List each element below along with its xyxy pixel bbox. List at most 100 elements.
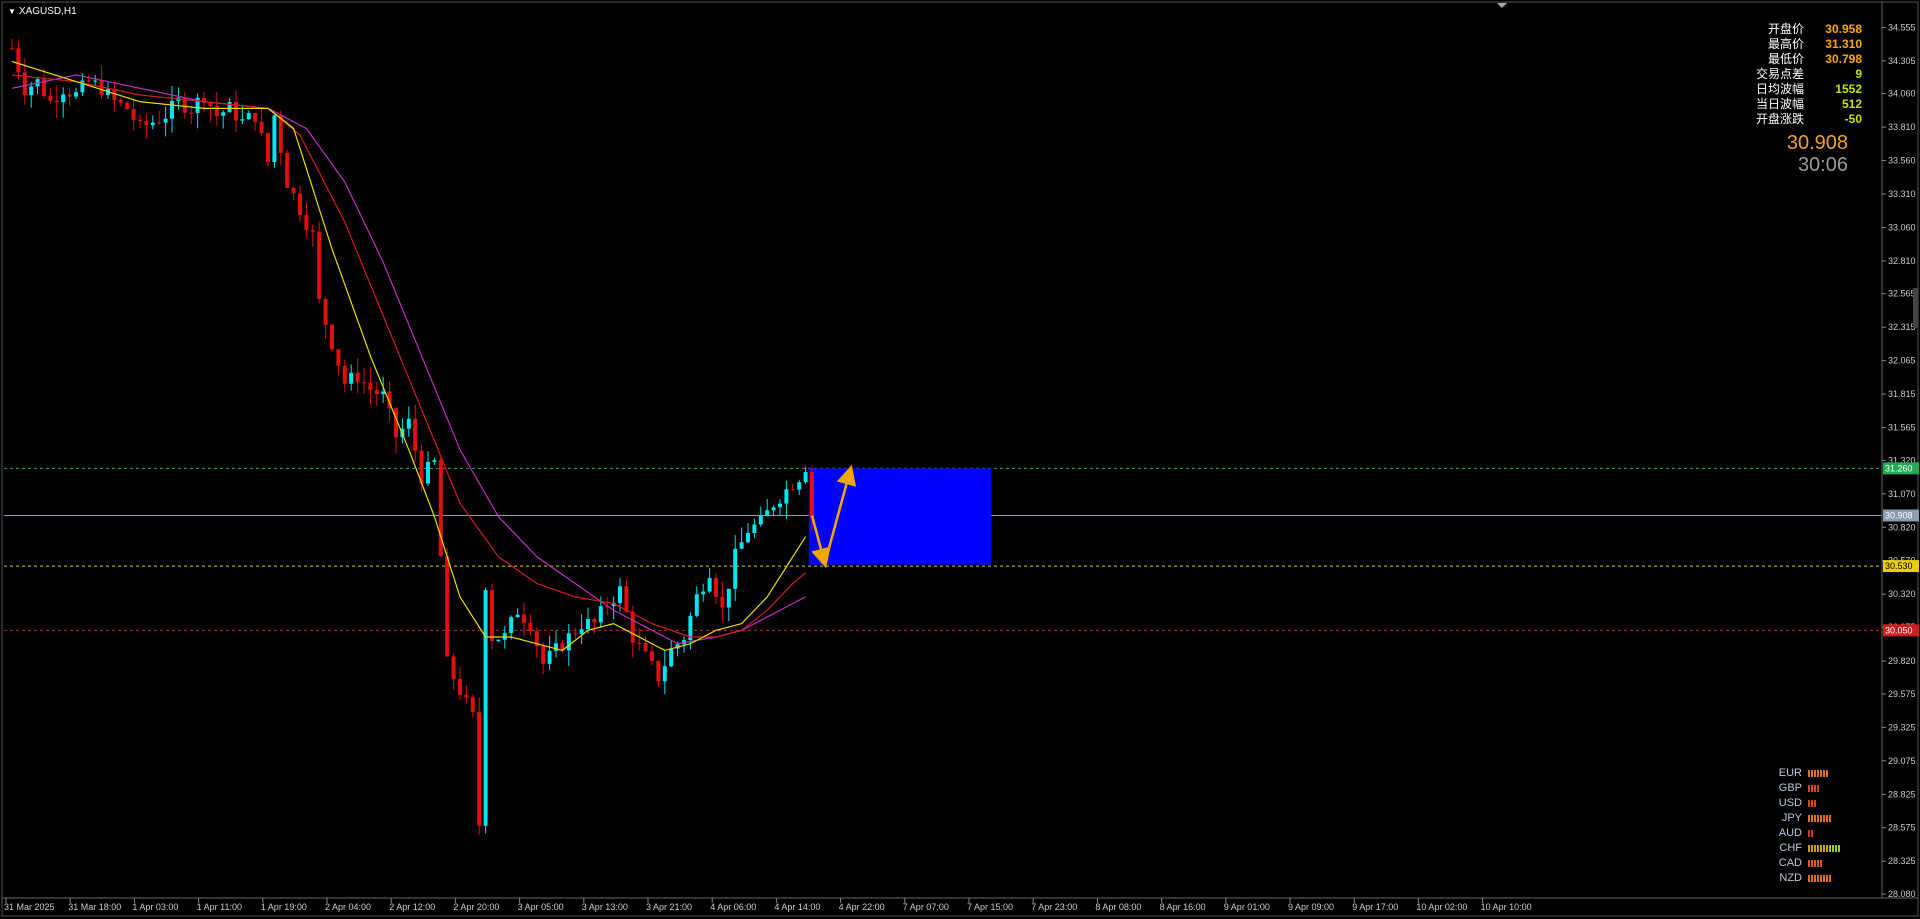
stat-row: 开盘涨跌 -50: [1740, 112, 1862, 127]
candle-body: [547, 650, 552, 664]
candle-body: [48, 95, 53, 101]
candle-body: [714, 578, 718, 597]
candle-body: [707, 578, 712, 592]
time-tick-label: 8 Apr 08:00: [1095, 902, 1141, 912]
candle-body: [323, 298, 328, 325]
stat-value: 31.310: [1825, 37, 1862, 51]
candle-body: [61, 94, 66, 103]
candle-body: [131, 109, 136, 120]
candle-body: [624, 586, 629, 612]
candle-body: [566, 633, 571, 651]
chart-shift-marker[interactable]: [1497, 3, 1507, 8]
price-tick-label: 28.575: [1888, 823, 1916, 833]
dropdown-triangle-icon[interactable]: ▼: [8, 7, 16, 16]
candle-body: [163, 118, 168, 123]
time-tick-label: 9 Apr 09:00: [1288, 902, 1334, 912]
candle-body: [189, 112, 194, 114]
time-tick-label: 8 Apr 16:00: [1160, 902, 1206, 912]
stat-label: 日均波幅: [1755, 82, 1804, 96]
price-tick-label: 32.065: [1888, 356, 1916, 366]
time-tick-label: 1 Apr 03:00: [132, 902, 178, 912]
time-tick-label: 7 Apr 23:00: [1031, 902, 1077, 912]
candle-body: [317, 231, 322, 299]
time-tick-label: 2 Apr 04:00: [325, 902, 371, 912]
candle-body: [464, 694, 469, 698]
strength-bars: [1808, 815, 1831, 822]
currency-row: AUD: [1776, 826, 1840, 841]
candle-body: [445, 556, 450, 657]
price-chart[interactable]: 34.555 34.305 34.060 33.810 33.560 33.310 33.0…: [0, 0, 1920, 919]
level-tag-label: 30.530: [1885, 561, 1913, 571]
candle-body: [342, 365, 347, 384]
price-tick-label: 33.560: [1888, 156, 1916, 166]
candle-body: [458, 678, 462, 695]
stat-row: 日均波幅 1552: [1740, 82, 1862, 97]
candle-body: [758, 516, 763, 525]
stat-label: 交易点差: [1755, 67, 1804, 81]
price-tick-label: 31.565: [1888, 423, 1916, 433]
candle-body: [752, 524, 757, 534]
candle-body: [74, 92, 78, 97]
candle-body: [656, 660, 661, 682]
bar-countdown: 30:06: [1797, 154, 1848, 176]
candle-body: [765, 510, 770, 517]
candle-body: [221, 112, 226, 116]
price-tick-label: 29.575: [1888, 689, 1916, 699]
stat-row: 最高价 31.310: [1740, 37, 1862, 52]
candle-body: [240, 119, 245, 121]
price-tick-label: 33.060: [1888, 222, 1916, 232]
time-tick-label: 31 Mar 2025: [4, 902, 55, 912]
stat-row: 开盘价 30.958: [1740, 22, 1862, 37]
time-tick-label: 3 Apr 21:00: [646, 902, 692, 912]
candle-body: [790, 489, 795, 491]
stats-panel: 开盘价 30.958 最高价 31.310 最低价 30.798 交易点差 9 日均波幅 1552…: [1740, 22, 1862, 127]
candle-body: [771, 507, 776, 511]
candle-body: [528, 622, 533, 632]
candle-body: [259, 121, 264, 134]
candle-body: [266, 133, 270, 163]
time-tick-label: 1 Apr 11:00: [197, 902, 242, 912]
candle-body: [701, 591, 706, 595]
time-tick-label: 2 Apr 20:00: [453, 902, 499, 912]
candle-body: [157, 122, 162, 124]
candle-body: [669, 648, 674, 667]
candle-body: [579, 629, 584, 634]
candle-body: [630, 611, 635, 643]
candle-body: [291, 187, 296, 194]
current-price-readout: 30.908: [1786, 132, 1848, 154]
candle-body: [451, 656, 456, 679]
price-tick-label: 34.305: [1888, 56, 1916, 66]
candle-body: [29, 86, 34, 96]
candle-body: [310, 230, 315, 232]
candle-body: [336, 349, 341, 366]
stat-label: 开盘价: [1767, 22, 1804, 36]
strength-bars: [1808, 875, 1831, 882]
candle-body: [541, 646, 546, 664]
stat-label: 最高价: [1767, 37, 1804, 51]
candle-body: [67, 94, 72, 97]
time-tick-label: 31 Mar 18:00: [68, 902, 121, 912]
candle-body: [208, 102, 213, 106]
candle-body: [637, 642, 642, 644]
currency-name: AUD: [1778, 827, 1802, 839]
currency-name: JPY: [1781, 812, 1802, 824]
candle-body: [214, 105, 219, 116]
time-tick-label: 9 Apr 17:00: [1352, 902, 1398, 912]
stat-label: 最低价: [1767, 52, 1804, 66]
candle-body: [509, 617, 514, 634]
candle-body: [496, 639, 501, 642]
candle-body: [432, 460, 437, 462]
candle-body: [285, 152, 290, 188]
candle-body: [618, 586, 622, 603]
candle-body: [746, 533, 750, 543]
candle-body: [810, 471, 814, 518]
currency-strength-panel: EUR GBP USD JPY AUD CHF CAD NZD: [1776, 766, 1840, 886]
strength-bars: [1808, 800, 1816, 807]
candle-body: [477, 712, 482, 826]
vertical-scroll-thumb: [1913, 288, 1918, 328]
symbol-label: XAGUSD,H1: [18, 6, 77, 17]
strength-bars: [1808, 845, 1840, 852]
candle-body: [726, 588, 731, 608]
candle-body: [662, 666, 667, 682]
strength-bars: [1808, 860, 1822, 867]
